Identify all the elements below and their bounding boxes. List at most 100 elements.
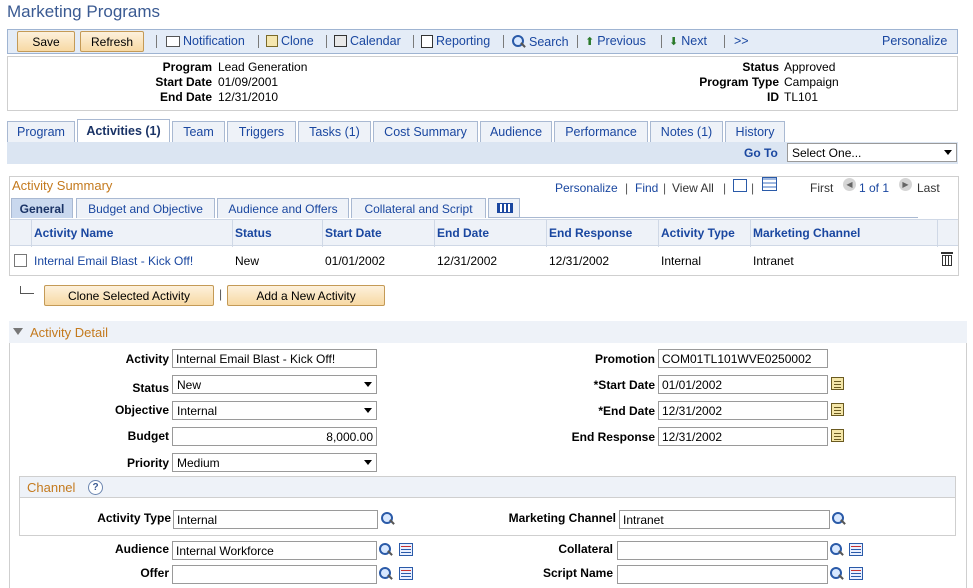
lookup-icon[interactable] xyxy=(380,511,395,526)
activity-type-label: Activity Type xyxy=(97,511,171,525)
start-date-input[interactable]: 01/01/2002 xyxy=(658,375,828,394)
details-icon[interactable] xyxy=(399,543,413,556)
col-start-date[interactable]: Start Date xyxy=(325,226,382,240)
lookup-icon[interactable] xyxy=(378,542,393,557)
col-end-date[interactable]: End Date xyxy=(437,226,489,240)
tab-tasks[interactable]: Tasks (1) xyxy=(298,121,371,142)
first-link[interactable]: First xyxy=(810,181,833,195)
lookup-icon[interactable] xyxy=(831,511,846,526)
tab-triggers[interactable]: Triggers xyxy=(227,121,296,142)
collateral-input[interactable] xyxy=(617,541,828,560)
script-name-input[interactable] xyxy=(617,565,828,584)
next-link[interactable]: ⬇ Next xyxy=(669,34,707,48)
reporting-link[interactable]: Reporting xyxy=(421,34,490,48)
id-label: ID xyxy=(767,90,779,104)
tab-history[interactable]: History xyxy=(725,121,785,142)
tab-performance[interactable]: Performance xyxy=(554,121,648,142)
clone-selected-activity-button[interactable]: Clone Selected Activity xyxy=(44,285,214,306)
offer-label: Offer xyxy=(140,566,169,580)
lookup-icon[interactable] xyxy=(378,566,393,581)
calendar-icon[interactable] xyxy=(831,377,844,390)
activity-summary-title: Activity Summary xyxy=(12,178,113,193)
tab-cost-summary[interactable]: Cost Summary xyxy=(373,121,478,142)
activity-type-input[interactable]: Internal xyxy=(173,510,378,529)
grid-personalize-link[interactable]: Personalize xyxy=(555,181,618,195)
end-date-input[interactable]: 12/31/2002 xyxy=(658,401,828,420)
col-status[interactable]: Status xyxy=(235,226,272,240)
delete-row-icon[interactable] xyxy=(941,251,953,266)
subtab-general[interactable]: General xyxy=(11,198,73,218)
row-activity-type: Internal xyxy=(661,254,702,268)
collapse-icon[interactable] xyxy=(13,328,23,335)
help-icon[interactable]: ? xyxy=(88,480,103,495)
activity-input[interactable]: Internal Email Blast - Kick Off! xyxy=(172,349,377,368)
previous-row-icon[interactable]: ◀ xyxy=(843,178,856,191)
lookup-icon[interactable] xyxy=(829,566,844,581)
col-marketing-channel[interactable]: Marketing Channel xyxy=(753,226,860,240)
tab-notes[interactable]: Notes (1) xyxy=(650,121,723,142)
promotion-input[interactable]: COM01TL101WVE0250002 xyxy=(658,349,828,368)
row-select-checkbox[interactable] xyxy=(14,254,27,267)
previous-link[interactable]: ⬆ Previous xyxy=(585,34,646,48)
start-date-value: 01/09/2001 xyxy=(218,75,279,89)
status-label: Status xyxy=(742,60,779,74)
search-link[interactable]: Search xyxy=(511,34,569,49)
reporting-icon xyxy=(421,34,433,48)
next-row-icon[interactable]: ▶ xyxy=(899,178,912,191)
marketing-channel-label: Marketing Channel xyxy=(508,511,616,525)
calendar-icon[interactable] xyxy=(831,403,844,416)
clone-link[interactable]: Clone xyxy=(266,34,314,48)
detail-start-date-label: *Start Date xyxy=(593,378,655,392)
audience-input[interactable]: Internal Workforce xyxy=(172,541,377,560)
row-marketing-channel: Intranet xyxy=(753,254,794,268)
subtab-budget-objective[interactable]: Budget and Objective xyxy=(76,198,215,218)
columns-icon xyxy=(497,203,513,213)
download-icon[interactable] xyxy=(762,177,777,191)
priority-select[interactable]: Medium xyxy=(172,453,377,472)
calendar-icon[interactable] xyxy=(831,429,844,442)
toolbar: Save Refresh Notification Clone Calendar… xyxy=(7,29,958,54)
details-icon[interactable] xyxy=(849,567,863,580)
subtab-audience-offers[interactable]: Audience and Offers xyxy=(217,198,349,218)
channel-title: Channel xyxy=(27,480,76,495)
col-end-response[interactable]: End Response xyxy=(549,226,632,240)
grid-view-all-link[interactable]: View All xyxy=(672,181,714,195)
script-name-label: Script Name xyxy=(542,566,613,580)
personalize-toolbar-link[interactable]: Personalize xyxy=(882,34,947,48)
objective-select[interactable]: Internal xyxy=(172,401,377,420)
notification-link[interactable]: Notification xyxy=(166,34,245,48)
zoom-icon[interactable] xyxy=(733,179,747,192)
grid-find-link[interactable]: Find xyxy=(635,181,658,195)
more-link[interactable]: >> xyxy=(734,34,749,48)
refresh-button[interactable]: Refresh xyxy=(80,31,144,52)
row-start-date: 01/01/2002 xyxy=(325,254,386,268)
tab-program[interactable]: Program xyxy=(7,121,75,142)
activity-detail-header[interactable] xyxy=(9,321,967,343)
status-select[interactable]: New xyxy=(172,375,377,394)
tab-team[interactable]: Team xyxy=(172,121,225,142)
col-activity-name[interactable]: Activity Name xyxy=(34,226,113,240)
goto-select[interactable]: Select One... xyxy=(787,143,957,162)
row-activity-name-link[interactable]: Internal Email Blast - Kick Off! xyxy=(34,254,193,268)
id-value: TL101 xyxy=(784,90,819,104)
show-all-columns-button[interactable] xyxy=(488,198,520,218)
offer-input[interactable] xyxy=(172,565,377,584)
details-icon[interactable] xyxy=(399,567,413,580)
next-icon: ⬇ xyxy=(669,35,679,48)
subtab-collateral-script[interactable]: Collateral and Script xyxy=(351,198,486,218)
save-button[interactable]: Save xyxy=(17,31,75,52)
tab-audience[interactable]: Audience xyxy=(480,121,552,142)
details-icon[interactable] xyxy=(849,543,863,556)
col-activity-type[interactable]: Activity Type xyxy=(661,226,735,240)
marketing-channel-input[interactable]: Intranet xyxy=(619,510,830,529)
lookup-icon[interactable] xyxy=(829,542,844,557)
page-title: Marketing Programs xyxy=(7,2,161,21)
tab-activities[interactable]: Activities (1) xyxy=(77,119,170,142)
last-link[interactable]: Last xyxy=(917,181,940,195)
end-response-input[interactable]: 12/31/2002 xyxy=(658,427,828,446)
search-icon xyxy=(511,34,526,49)
start-date-label: Start Date xyxy=(155,75,212,89)
budget-input[interactable]: 8,000.00 xyxy=(172,427,377,446)
add-new-activity-button[interactable]: Add a New Activity xyxy=(227,285,385,306)
calendar-link[interactable]: Calendar xyxy=(334,34,401,48)
